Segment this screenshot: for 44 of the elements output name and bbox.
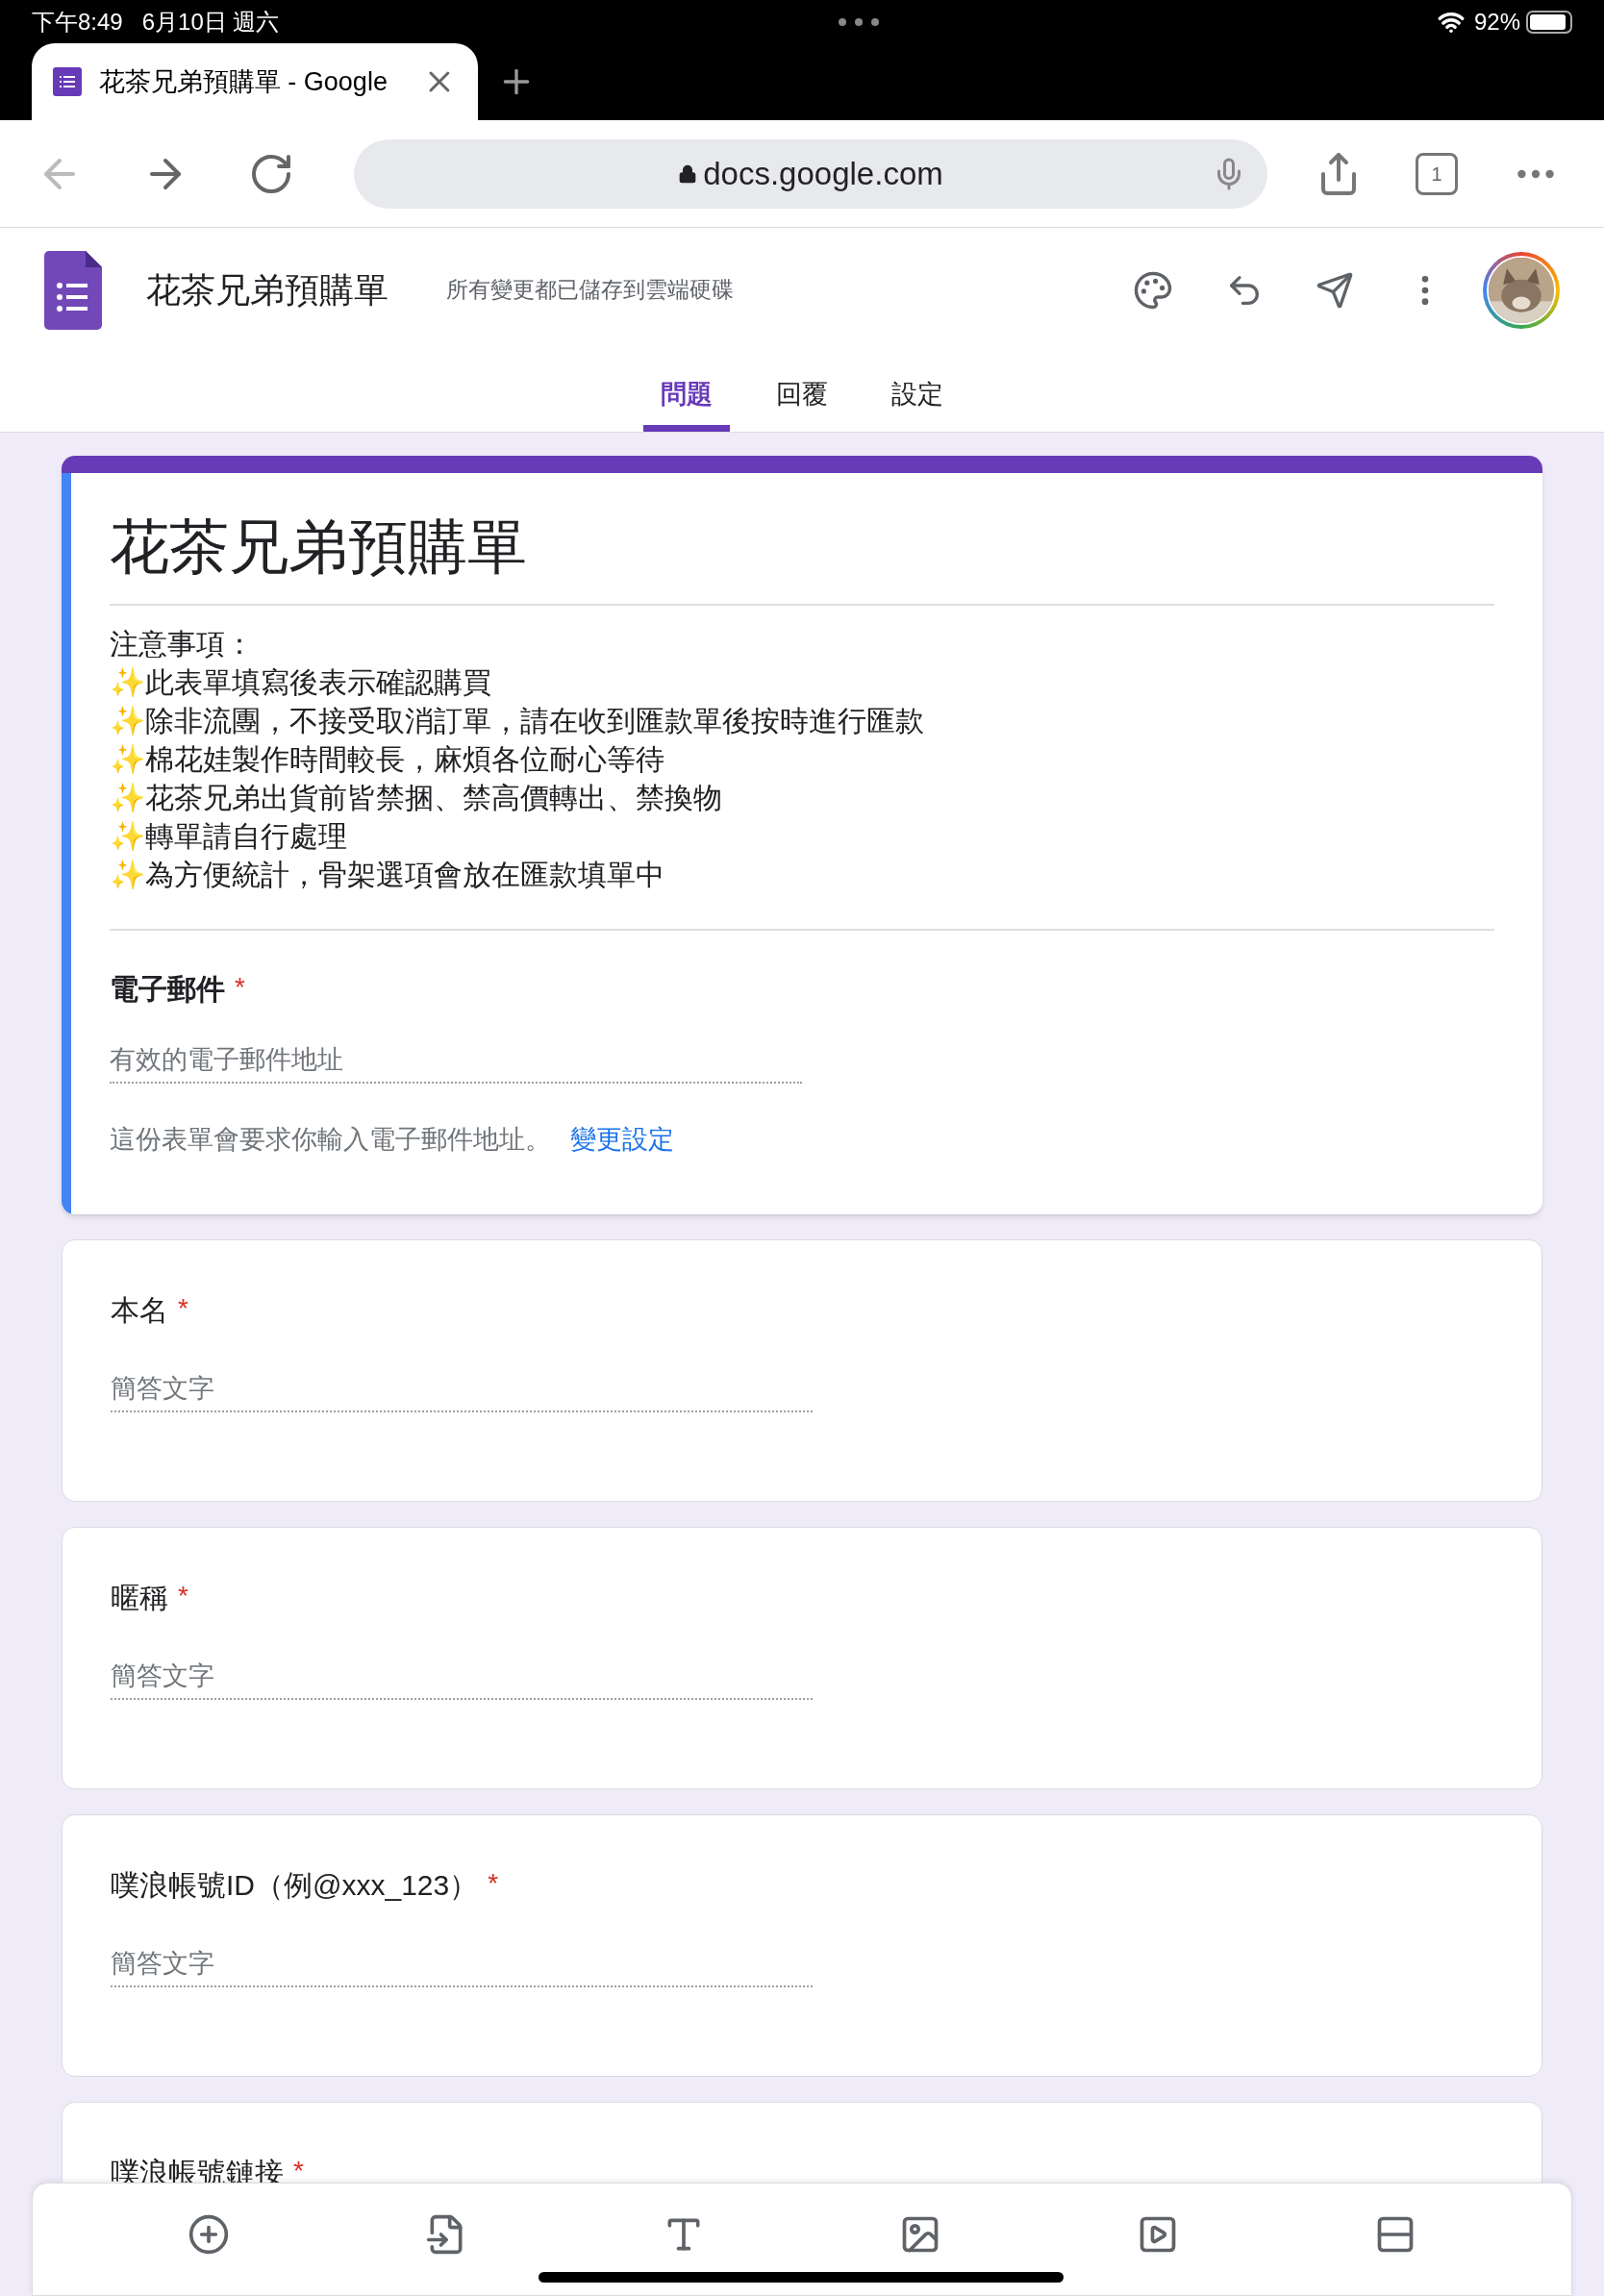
send-icon[interactable] bbox=[1316, 270, 1354, 310]
description-line: ✨轉單請自行處理 bbox=[110, 819, 348, 855]
answer-field[interactable]: 簡答文字 bbox=[111, 1654, 813, 1700]
form-title[interactable]: 花茶兄弟預購單 bbox=[110, 473, 1494, 607]
forms-logo-icon bbox=[44, 250, 102, 330]
required-mark: * bbox=[293, 2155, 304, 2187]
required-mark: * bbox=[488, 1867, 499, 1900]
question-label: 噗浪帳號ID（例@xxx_123） bbox=[111, 1868, 479, 1903]
status-time: 下午8:49 bbox=[32, 7, 123, 37]
forms-icon bbox=[53, 67, 82, 96]
question-label: 本名 bbox=[111, 1293, 168, 1328]
change-settings-link[interactable]: 變更設定 bbox=[570, 1120, 674, 1160]
description-line: 注意事項： bbox=[110, 627, 255, 662]
form-tab[interactable]: 回覆 bbox=[759, 364, 845, 432]
form-tab[interactable]: 設定 bbox=[874, 364, 961, 432]
question-label: 暱稱 bbox=[111, 1581, 168, 1615]
save-status: 所有變更都已儲存到雲端硬碟 bbox=[446, 276, 734, 305]
palette-icon[interactable] bbox=[1133, 269, 1173, 311]
lock-icon bbox=[678, 163, 698, 184]
description-line: ✨此表單填寫後表示確認購買 bbox=[110, 665, 492, 701]
description-line: ✨為方便統計，骨架選項會放在匯款填單中 bbox=[110, 858, 665, 893]
status-date: 6月10日 週六 bbox=[141, 7, 280, 37]
question-label: 電子郵件 bbox=[110, 972, 225, 1008]
form-name[interactable]: 花茶兄弟預購單 bbox=[146, 263, 388, 316]
url-text: docs.google.com bbox=[703, 154, 943, 193]
required-mark: * bbox=[178, 1580, 188, 1612]
form-tab[interactable]: 問題 bbox=[643, 364, 730, 432]
required-mark: * bbox=[235, 971, 245, 1005]
required-mark: * bbox=[178, 1292, 188, 1325]
tab-count-button[interactable]: 1 bbox=[1416, 152, 1458, 195]
email-note: 這份表單會要求你輸入電子郵件地址。 bbox=[110, 1124, 551, 1157]
email-field[interactable]: 有效的電子郵件地址 bbox=[110, 1037, 802, 1085]
answer-field[interactable]: 簡答文字 bbox=[111, 1941, 813, 1987]
tab-title: 花茶兄弟預購單 - Google bbox=[98, 65, 388, 98]
more-icon bbox=[837, 16, 880, 27]
add-question-icon[interactable] bbox=[188, 2213, 231, 2256]
description-line: ✨花茶兄弟出貨前皆禁捆、禁高價轉出、禁換物 bbox=[110, 781, 723, 816]
description-line: ✨棉花娃製作時間較長，麻煩各位耐心等待 bbox=[110, 742, 665, 778]
battery-percent: 92% bbox=[1473, 7, 1520, 37]
description-line: ✨除非流團，不接受取消訂單，請在收到匯款單後按時進行匯款 bbox=[110, 704, 925, 739]
answer-field[interactable]: 簡答文字 bbox=[111, 1366, 813, 1412]
browser-tab[interactable]: 花茶兄弟預購單 - Google bbox=[32, 43, 478, 120]
url-field[interactable]: docs.google.com bbox=[354, 138, 1267, 209]
battery-icon bbox=[1526, 10, 1572, 34]
